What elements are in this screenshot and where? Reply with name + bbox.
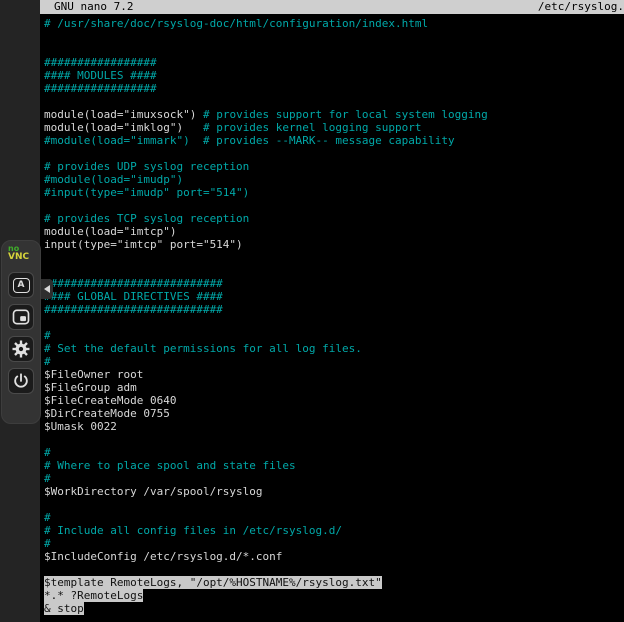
vnc-viewport: GNU nano 7.2 /etc/rsyslog. # /usr/share/… <box>0 0 624 622</box>
terminal-line: # <box>44 446 624 459</box>
fullscreen-button[interactable] <box>8 304 34 330</box>
novnc-logo-vnc: VNC <box>8 253 29 262</box>
terminal-line: #module(load="imudp") <box>44 173 624 186</box>
terminal: GNU nano 7.2 /etc/rsyslog. # /usr/share/… <box>40 0 624 622</box>
terminal-line: # Include all config files in /etc/rsysl… <box>44 524 624 537</box>
terminal-line: # <box>44 355 624 368</box>
terminal-line: # Where to place spool and state files <box>44 459 624 472</box>
terminal-line: #### GLOBAL DIRECTIVES #### <box>44 290 624 303</box>
fullscreen-icon <box>11 307 31 327</box>
keyboard-key-icon: A <box>13 278 30 293</box>
terminal-line: #### MODULES #### <box>44 69 624 82</box>
terminal-line: # <box>44 329 624 342</box>
terminal-line: # <box>44 511 624 524</box>
terminal-line: $IncludeConfig /etc/rsyslog.d/*.conf <box>44 550 624 563</box>
settings-button[interactable] <box>8 336 34 362</box>
gear-icon <box>11 339 31 359</box>
terminal-line: #input(type="imudp" port="514") <box>44 186 624 199</box>
terminal-line <box>44 264 624 277</box>
power-icon <box>11 371 31 391</box>
collapse-arrow-icon <box>44 285 50 293</box>
editor-content[interactable]: # /usr/share/doc/rsyslog-doc/html/config… <box>40 14 624 615</box>
terminal-line: $FileGroup adm <box>44 381 624 394</box>
terminal-line <box>44 199 624 212</box>
terminal-line: $template RemoteLogs, "/opt/%HOSTNAME%/r… <box>44 576 624 589</box>
terminal-line <box>44 95 624 108</box>
extra-keys-button[interactable]: A <box>8 272 34 298</box>
terminal-line: $FileCreateMode 0640 <box>44 394 624 407</box>
novnc-logo: no VNC <box>2 245 29 262</box>
terminal-line: module(load="imuxsock") # provides suppo… <box>44 108 624 121</box>
terminal-line <box>44 433 624 446</box>
terminal-line <box>44 498 624 511</box>
terminal-line: # Set the default permissions for all lo… <box>44 342 624 355</box>
terminal-line <box>44 251 624 264</box>
terminal-line: module(load="imklog") # provides kernel … <box>44 121 624 134</box>
terminal-line: # <box>44 537 624 550</box>
terminal-line: $FileOwner root <box>44 368 624 381</box>
terminal-line <box>44 563 624 576</box>
vnc-control-bar: no VNC A <box>1 240 41 424</box>
terminal-line: ################# <box>44 82 624 95</box>
terminal-line: *.* ?RemoteLogs <box>44 589 624 602</box>
terminal-line <box>44 43 624 56</box>
terminal-line: input(type="imtcp" port="514") <box>44 238 624 251</box>
terminal-line: ########################### <box>44 277 624 290</box>
terminal-line: $Umask 0022 <box>44 420 624 433</box>
terminal-line <box>44 147 624 160</box>
terminal-line: ########################### <box>44 303 624 316</box>
nano-version: GNU nano 7.2 <box>54 0 133 14</box>
terminal-line: $WorkDirectory /var/spool/rsyslog <box>44 485 624 498</box>
control-bar-handle[interactable] <box>41 279 53 299</box>
terminal-line <box>44 30 624 43</box>
terminal-line: & stop <box>44 602 624 615</box>
power-button[interactable] <box>8 368 34 394</box>
terminal-line <box>44 316 624 329</box>
terminal-line: #module(load="immark") # provides --MARK… <box>44 134 624 147</box>
terminal-line: # <box>44 472 624 485</box>
nano-filename: /etc/rsyslog. <box>538 0 624 14</box>
terminal-line: module(load="imtcp") <box>44 225 624 238</box>
nano-titlebar: GNU nano 7.2 /etc/rsyslog. <box>40 0 624 14</box>
terminal-line: # provides UDP syslog reception <box>44 160 624 173</box>
terminal-line: $DirCreateMode 0755 <box>44 407 624 420</box>
terminal-line: # /usr/share/doc/rsyslog-doc/html/config… <box>44 17 624 30</box>
terminal-line: # provides TCP syslog reception <box>44 212 624 225</box>
terminal-line: ################# <box>44 56 624 69</box>
